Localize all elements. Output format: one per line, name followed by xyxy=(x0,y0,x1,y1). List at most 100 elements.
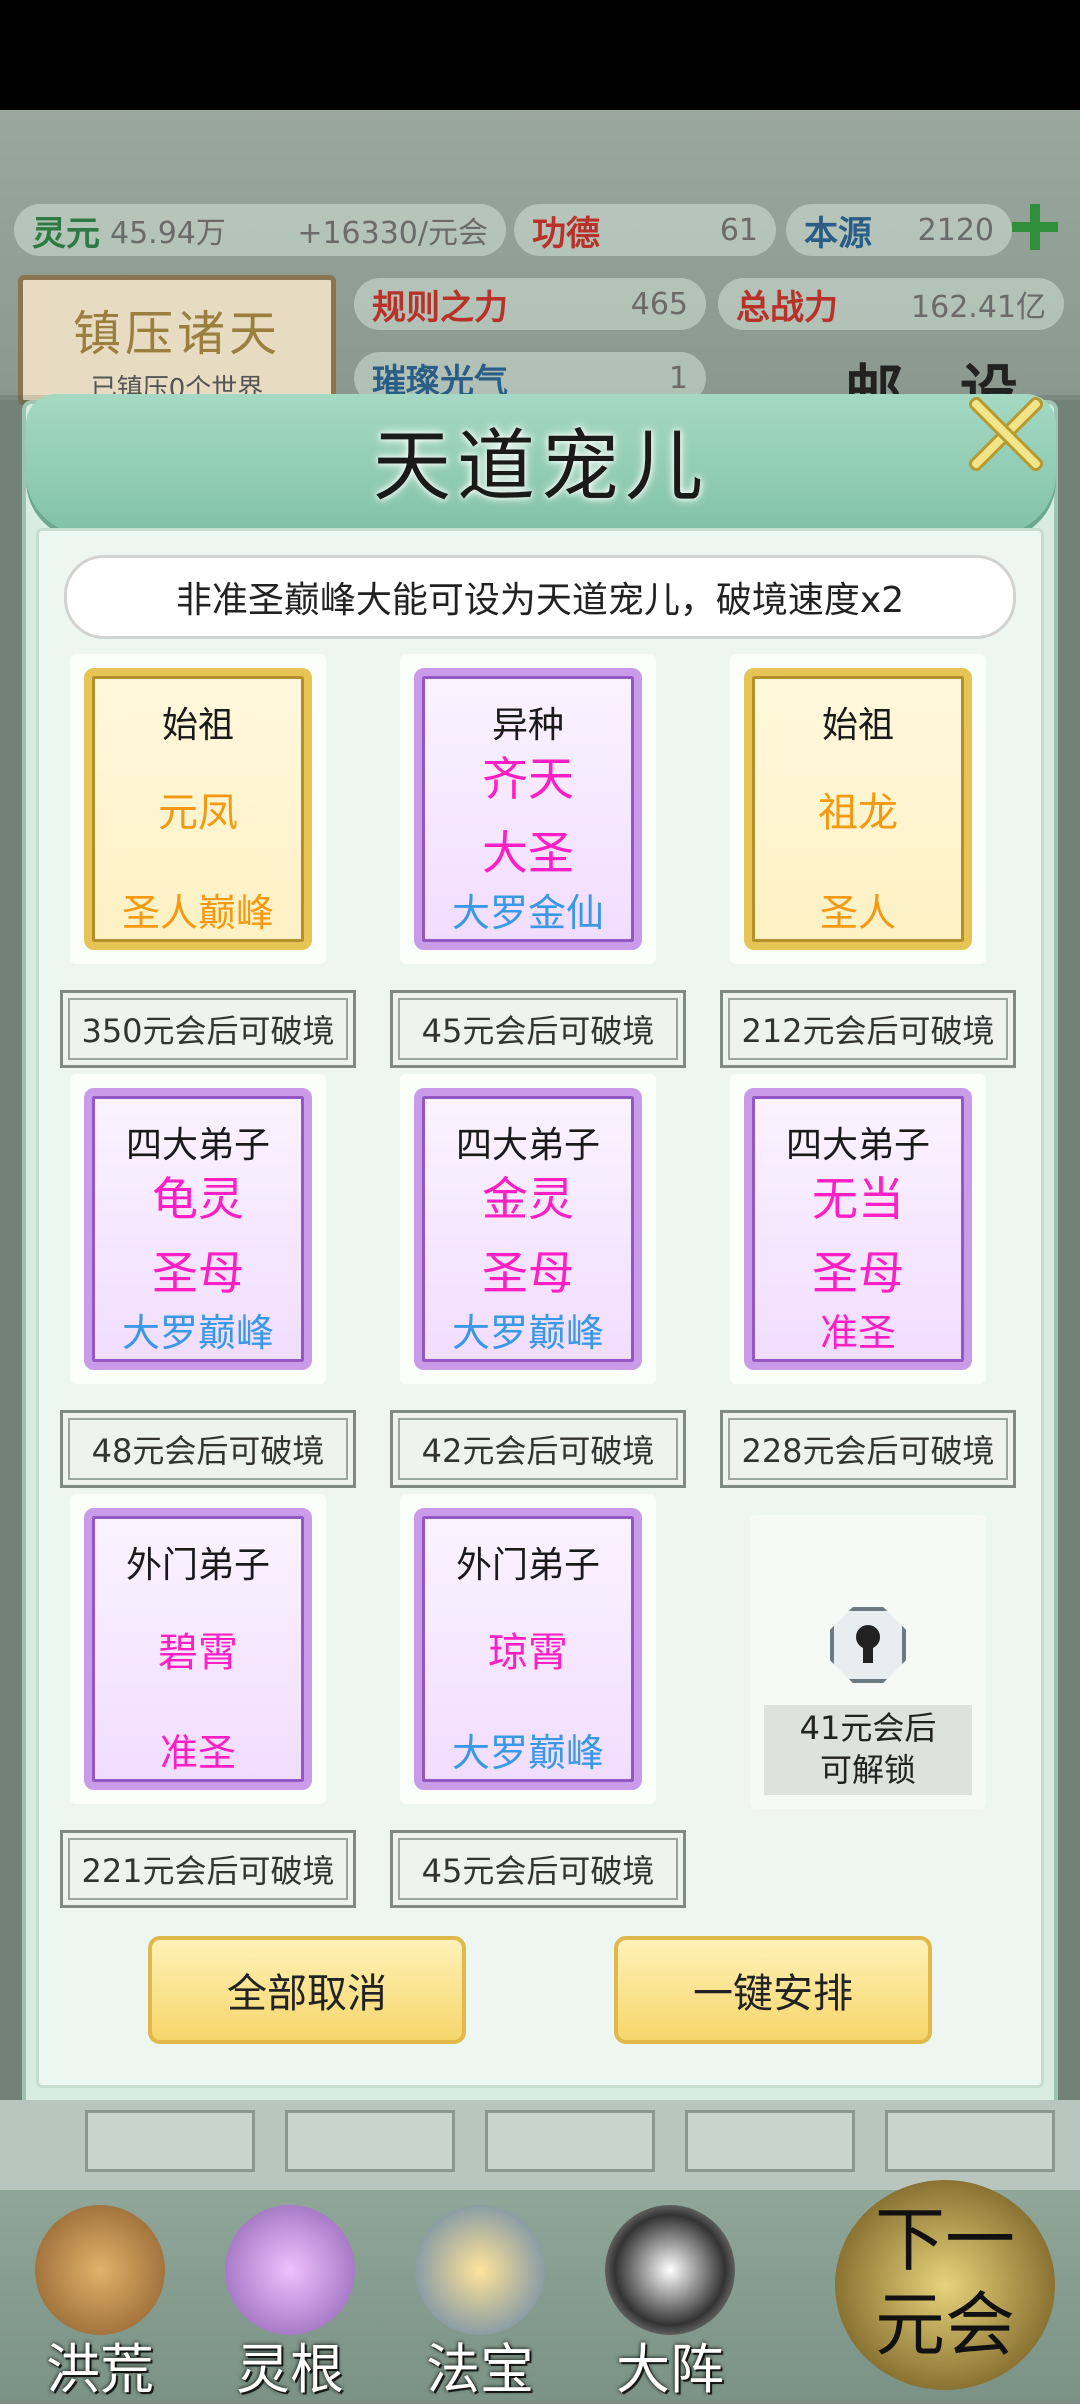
card-name-line: 龟灵 xyxy=(152,1172,244,1226)
card-category: 外门弟子 xyxy=(125,1545,270,1586)
card-category: 外门弟子 xyxy=(455,1545,600,1586)
breakthrough-timer: 45元会后可破境 xyxy=(390,990,686,1068)
add-icon[interactable] xyxy=(1010,202,1060,252)
favored-card[interactable]: 外门弟子琼霄大罗巅峰 xyxy=(414,1508,642,1790)
card-name: 龟灵 圣母 xyxy=(92,1162,304,1310)
close-button[interactable] xyxy=(955,385,1053,483)
zongzhanli-label: 总战力 xyxy=(736,287,838,328)
card-name-line: 无当 xyxy=(812,1172,904,1226)
card-name-line: 碧霄 xyxy=(158,1630,238,1676)
modal-header: 天道宠儿 xyxy=(26,394,1056,534)
card-name: 碧霄 xyxy=(92,1616,304,1690)
cancel-all-button[interactable]: 全部取消 xyxy=(148,1936,466,2044)
card-rank: 大罗巅峰 xyxy=(451,1311,604,1355)
favored-card[interactable]: 始祖 祖龙 圣人 xyxy=(744,668,972,950)
card-category: 异种 xyxy=(491,705,564,746)
card-category: 始祖 xyxy=(821,705,894,746)
favored-card[interactable]: 外门弟子 碧霄 准圣 xyxy=(84,1508,312,1790)
lingyuan-value: 45.94万 xyxy=(110,216,226,251)
lock-icon xyxy=(830,1607,906,1683)
locked-line1: 41元会后 xyxy=(799,1709,937,1747)
card-name: 祖龙 xyxy=(752,776,964,850)
breakthrough-timer: 45元会后可破境 xyxy=(390,1830,686,1908)
card-rank: 大罗金仙 xyxy=(451,891,604,935)
card-name: 齐天 大圣 xyxy=(422,742,634,890)
card-rank: 准圣 xyxy=(159,1731,236,1775)
card-name: 元凤 xyxy=(92,776,304,850)
card-name-line: 齐天 xyxy=(482,752,574,806)
favored-card[interactable]: 四大弟子 龟灵 圣母 大罗巅峰 xyxy=(84,1088,312,1370)
card-rank: 准圣 xyxy=(819,1311,896,1355)
card-rank: 大罗巅峰 xyxy=(451,1731,604,1775)
gongde-label: 功德 xyxy=(532,213,600,254)
card-rank: 大罗巅峰 xyxy=(121,1311,274,1355)
benyuan-stat: 本源 2120 xyxy=(786,204,1012,256)
guize-value: 465 xyxy=(630,286,688,322)
guize-label: 规则之力 xyxy=(372,287,508,328)
zongzhanli-value: 162.41亿 xyxy=(911,290,1046,325)
card-name: 琼霄 xyxy=(422,1616,634,1690)
breakthrough-timer: 42元会后可破境 xyxy=(390,1410,686,1488)
breakthrough-timer: 212元会后可破境 xyxy=(720,990,1016,1068)
gongde-stat: 功德 61 xyxy=(514,204,776,256)
locked-line2: 可解锁 xyxy=(819,1751,916,1789)
favored-card[interactable]: 异种齐天大圣大罗金仙 xyxy=(414,668,642,950)
partial-value: 1 xyxy=(668,360,688,396)
next-era-line2: 元会 xyxy=(875,2284,1015,2366)
auto-arrange-button[interactable]: 一键安排 xyxy=(614,1936,932,2044)
mountain-icon xyxy=(35,2205,165,2335)
bottom-cell xyxy=(285,2110,455,2172)
breakthrough-timer: 221元会后可破境 xyxy=(60,1830,356,1908)
gongde-value: 61 xyxy=(719,212,758,248)
benyuan-label: 本源 xyxy=(804,213,872,254)
lotus-icon xyxy=(225,2205,355,2335)
zongzhanli-stat: 总战力 162.41亿 xyxy=(718,278,1064,330)
nav-label: 法宝 xyxy=(426,2338,534,2401)
nav-label: 灵根 xyxy=(236,2338,344,2401)
card-rank: 圣人 xyxy=(819,891,896,935)
lingyuan-stat: 灵元 45.94万 +16330/元会 xyxy=(14,204,506,256)
card-rank: 圣人巅峰 xyxy=(121,891,274,935)
locked-slot-text: 41元会后 可解锁 xyxy=(764,1705,972,1795)
breakthrough-timer: 350元会后可破境 xyxy=(60,990,356,1068)
card-name-line: 金灵 xyxy=(482,1172,574,1226)
nav-fabao[interactable]: 法宝 xyxy=(395,2205,565,2401)
nav-label: 洪荒 xyxy=(46,2338,154,2401)
favored-card[interactable]: 始祖 元凤 圣人巅峰 xyxy=(84,668,312,950)
card-name-line: 元凤 xyxy=(158,790,238,836)
card-category: 始祖 xyxy=(161,705,234,746)
card-name-line: 大圣 xyxy=(482,826,574,880)
status-bar xyxy=(0,0,1080,110)
suppress-panel[interactable]: 镇压诸天 已镇压0个世界 xyxy=(18,275,336,405)
yinyang-icon xyxy=(605,2205,735,2335)
nav-dazhen[interactable]: 大阵 xyxy=(585,2205,755,2401)
bottom-cell xyxy=(485,2110,655,2172)
card-name: 无当 圣母 xyxy=(752,1162,964,1310)
nav-label: 大阵 xyxy=(616,2338,724,2401)
card-category: 四大弟子 xyxy=(455,1125,600,1166)
breakthrough-timer: 48元会后可破境 xyxy=(60,1410,356,1488)
lingyuan-label: 灵元 xyxy=(32,213,100,254)
nav-honghuang[interactable]: 洪荒 xyxy=(15,2205,185,2401)
card-name: 金灵 圣母 xyxy=(422,1162,634,1310)
bottom-cell xyxy=(885,2110,1055,2172)
suppress-title: 镇压诸天 xyxy=(72,306,281,362)
benyuan-value: 2120 xyxy=(917,212,994,248)
favored-card[interactable]: 四大弟子 无当 圣母 准圣 xyxy=(744,1088,972,1370)
next-era-line1: 下一 xyxy=(875,2199,1015,2281)
favored-card[interactable]: 四大弟子金灵圣母大罗巅峰 xyxy=(414,1088,642,1370)
guize-stat: 规则之力 465 xyxy=(354,278,706,330)
info-banner: 非准圣巅峰大能可设为天道宠儿，破境速度x2 xyxy=(64,555,1016,639)
breakthrough-timer: 228元会后可破境 xyxy=(720,1410,1016,1488)
card-name-line: 圣母 xyxy=(482,1246,574,1300)
card-name-line: 祖龙 xyxy=(818,790,898,836)
bottom-cell xyxy=(685,2110,855,2172)
locked-slot[interactable]: 41元会后 可解锁 xyxy=(750,1515,986,1809)
modal-title: 天道宠儿 xyxy=(372,422,709,512)
card-category: 四大弟子 xyxy=(785,1125,930,1166)
nav-linggen[interactable]: 灵根 xyxy=(205,2205,375,2401)
lingyuan-rate: +16330/元会 xyxy=(297,216,488,251)
card-category: 四大弟子 xyxy=(125,1125,270,1166)
bottom-cell xyxy=(85,2110,255,2172)
next-era-button[interactable]: 下一 元会 xyxy=(835,2180,1055,2390)
